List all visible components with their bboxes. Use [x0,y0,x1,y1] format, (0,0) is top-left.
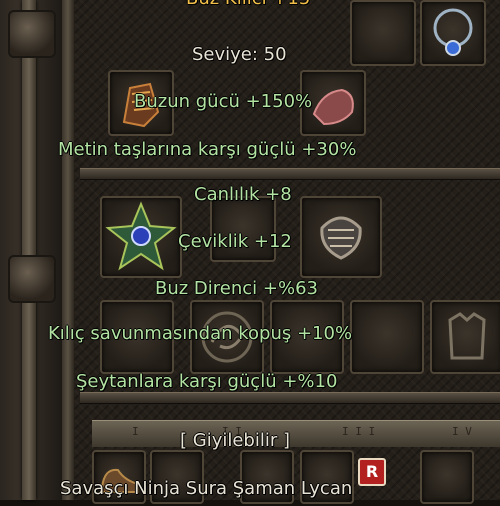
attribute-line: Kılıç savunmasından kopuş +10% [48,323,353,344]
item-title: Buz Kılıcı +15 [186,0,310,10]
item-tooltip: Buz Kılıcı +15 Seviye: 50 Buzun gücü +15… [0,0,500,500]
class-restrictions: Savaşçı Ninja Sura Şaman Lycan [60,478,353,499]
wearable-label: [ Giyilebilir ] [180,430,290,451]
attribute-line: Canlılık +8 [194,184,292,205]
attribute-line: Buzun gücü +150% [134,91,313,112]
item-level: Seviye: 50 [192,44,287,65]
attribute-line: Çeviklik +12 [178,231,292,252]
attribute-line: Buz Direnci +%63 [155,278,318,299]
attribute-line: Metin taşlarına karşı güçlü +30% [58,139,357,160]
attribute-line: Şeytanlara karşı güçlü +%10 [76,371,338,392]
